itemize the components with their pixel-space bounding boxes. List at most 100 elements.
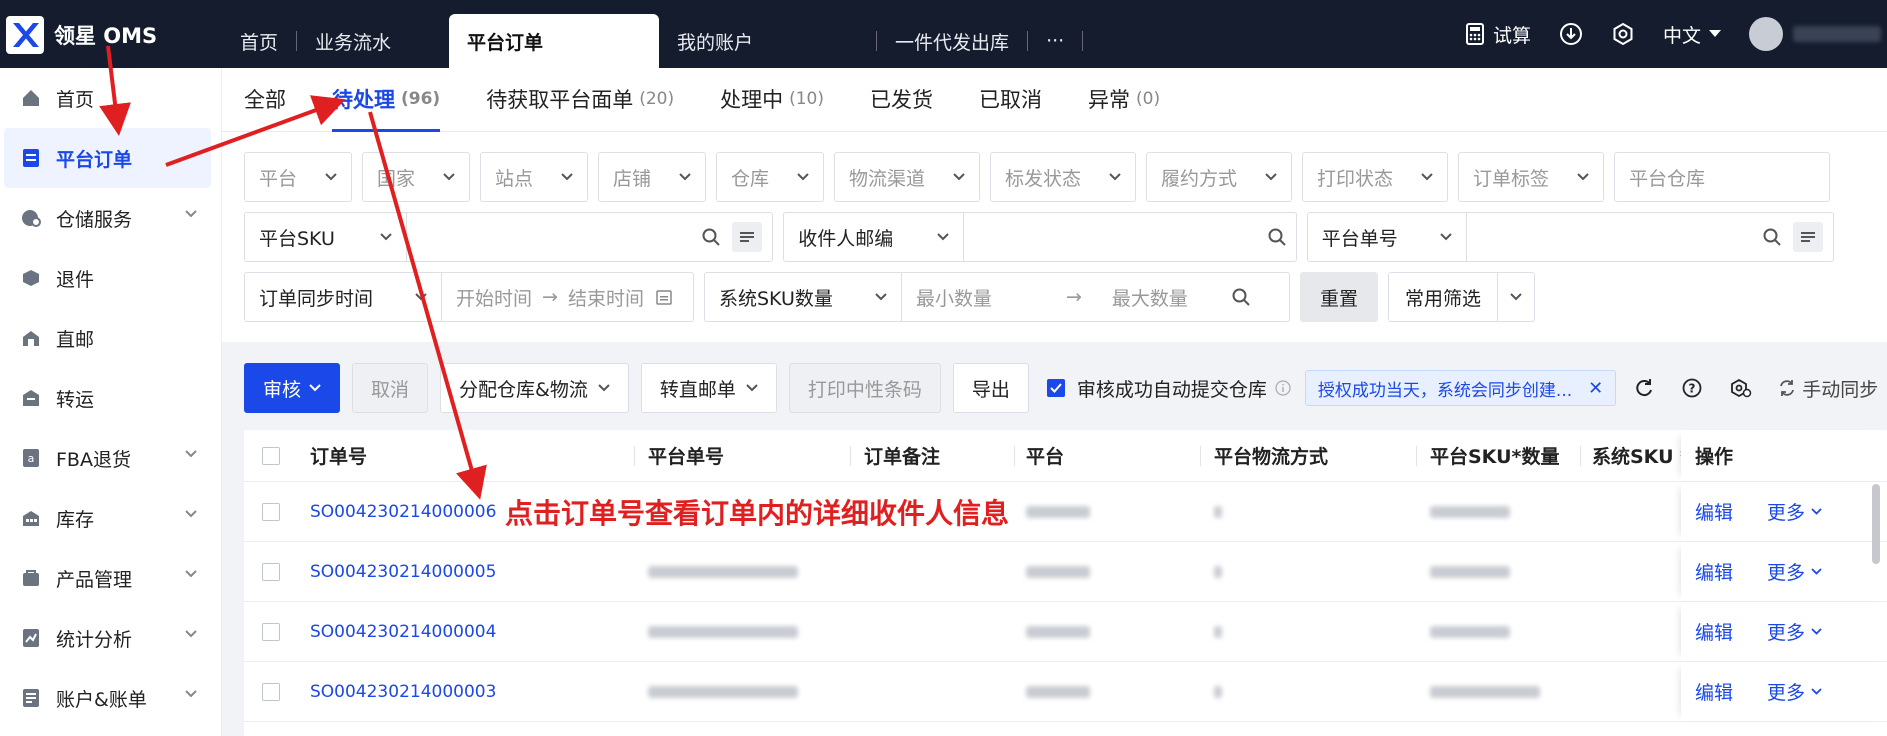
review-button[interactable]: 审核 bbox=[244, 363, 341, 413]
header-platform-sku-qty[interactable]: 平台SKU*数量 bbox=[1430, 430, 1559, 481]
cancel-button[interactable]: 取消 bbox=[352, 363, 429, 413]
app-logo[interactable]: 领星 OMS bbox=[6, 16, 157, 54]
table-row[interactable]: SO004230214000003 编辑 更多 bbox=[244, 662, 1887, 722]
header-platform-logistics[interactable]: 平台物流方式 bbox=[1214, 430, 1328, 481]
order-no-link[interactable]: SO004230214000006 bbox=[310, 502, 496, 522]
subtab-all[interactable]: 全部 bbox=[244, 67, 286, 131]
tab-platform-orders[interactable]: 平台订单 bbox=[449, 14, 660, 68]
sidebar-item-products[interactable]: 产品管理 bbox=[0, 548, 221, 608]
order-no-link[interactable]: SO004230214000003 bbox=[310, 682, 496, 702]
platform-no-type-select[interactable]: 平台单号 bbox=[1306, 212, 1468, 262]
filter-country[interactable]: 国家 bbox=[362, 152, 470, 202]
row-checkbox[interactable] bbox=[262, 682, 280, 701]
tab-dropship-outbound[interactable]: 一件代发出库 bbox=[877, 14, 1027, 68]
sidebar-item-statistics[interactable]: 统计分析 bbox=[0, 608, 221, 668]
sidebar-item-account-billing[interactable]: 账户&账单 bbox=[0, 668, 221, 728]
more-dropdown[interactable]: 更多 bbox=[1767, 618, 1822, 645]
zip-type-select[interactable]: 收件人邮编 bbox=[783, 212, 964, 262]
settings-button[interactable] bbox=[1611, 22, 1635, 46]
column-divider[interactable] bbox=[1580, 446, 1581, 466]
more-dropdown[interactable]: 更多 bbox=[1767, 558, 1822, 585]
table-scrollbar[interactable] bbox=[1872, 484, 1880, 564]
subtab-cancelled[interactable]: 已取消 bbox=[979, 67, 1042, 131]
column-settings-icon[interactable] bbox=[1730, 378, 1752, 398]
date-range-picker[interactable]: 开始时间 → 结束时间 bbox=[442, 272, 694, 322]
edit-link[interactable]: 编辑 bbox=[1695, 498, 1733, 525]
column-divider[interactable] bbox=[850, 446, 851, 466]
tab-more[interactable]: ··· bbox=[1028, 14, 1082, 68]
platform-no-search-input[interactable] bbox=[1467, 212, 1834, 262]
close-icon[interactable]: ✕ bbox=[1588, 378, 1603, 399]
header-order-remark[interactable]: 订单备注 bbox=[864, 430, 940, 481]
filter-platform-warehouse-input[interactable]: 平台仓库 bbox=[1614, 152, 1830, 202]
common-filter-button[interactable]: 常用筛选 bbox=[1388, 272, 1499, 322]
tab-my-account[interactable]: 我的账户 bbox=[659, 14, 771, 68]
filter-logistics-channel[interactable]: 物流渠道 bbox=[834, 152, 980, 202]
print-neutral-barcode-button[interactable]: 打印中性条码 bbox=[788, 363, 941, 413]
manual-sync-button[interactable]: 手动同步 bbox=[1778, 375, 1878, 402]
more-dropdown[interactable]: 更多 bbox=[1767, 498, 1822, 525]
calc-button[interactable]: 试算 bbox=[1465, 21, 1531, 48]
edit-link[interactable]: 编辑 bbox=[1695, 558, 1733, 585]
column-divider[interactable] bbox=[1416, 446, 1417, 466]
info-icon[interactable] bbox=[1275, 380, 1291, 396]
subtab-awaiting-label[interactable]: 待获取平台面单 (20) bbox=[486, 67, 674, 131]
subtab-processing[interactable]: 处理中 (10) bbox=[720, 67, 824, 131]
row-checkbox[interactable] bbox=[262, 622, 280, 641]
filter-fulfillment-method[interactable]: 履约方式 bbox=[1146, 152, 1292, 202]
reset-button[interactable]: 重置 bbox=[1300, 272, 1379, 322]
export-button[interactable]: 导出 bbox=[952, 363, 1029, 413]
help-icon[interactable]: ? bbox=[1682, 378, 1702, 398]
assign-warehouse-button[interactable]: 分配仓库&物流 bbox=[440, 363, 629, 413]
common-filter-dropdown[interactable] bbox=[1498, 272, 1536, 322]
column-divider[interactable] bbox=[1200, 446, 1201, 466]
tab-business-flow[interactable]: 业务流水 bbox=[297, 14, 409, 68]
sidebar-item-inventory[interactable]: 库存 bbox=[0, 488, 221, 548]
sku-qty-type-select[interactable]: 系统SKU数量 bbox=[704, 272, 902, 322]
to-direct-mail-button[interactable]: 转直邮单 bbox=[640, 363, 777, 413]
refresh-icon[interactable] bbox=[1634, 378, 1654, 398]
avatar[interactable] bbox=[1749, 17, 1783, 51]
header-order-no[interactable]: 订单号 bbox=[310, 430, 367, 481]
edit-link[interactable]: 编辑 bbox=[1695, 678, 1733, 705]
filter-site[interactable]: 站点 bbox=[480, 152, 588, 202]
sidebar-item-warehouse[interactable]: 仓储服务 bbox=[0, 188, 221, 248]
user-name-blurred[interactable] bbox=[1793, 26, 1881, 42]
sidebar-item-direct-mail[interactable]: 直邮 bbox=[0, 308, 221, 368]
table-row[interactable]: SO004230214000006 编辑 更多 bbox=[244, 482, 1887, 542]
sidebar-item-platform-orders[interactable]: 平台订单 bbox=[4, 128, 211, 188]
more-dropdown[interactable]: 更多 bbox=[1767, 678, 1822, 705]
select-all-checkbox[interactable] bbox=[262, 446, 280, 465]
sidebar-item-fba-returns[interactable]: a FBA退货 bbox=[0, 428, 221, 488]
filter-order-tag[interactable]: 订单标签 bbox=[1458, 152, 1604, 202]
edit-link[interactable]: 编辑 bbox=[1695, 618, 1733, 645]
column-divider[interactable] bbox=[634, 446, 635, 466]
subtab-shipped[interactable]: 已发货 bbox=[870, 67, 933, 131]
order-no-link[interactable]: SO004230214000005 bbox=[310, 562, 496, 582]
tab-home[interactable]: 首页 bbox=[222, 14, 296, 68]
filter-platform[interactable]: 平台 bbox=[244, 152, 352, 202]
filter-mark-ship-status[interactable]: 标发状态 bbox=[990, 152, 1136, 202]
download-button[interactable] bbox=[1559, 22, 1583, 46]
zip-search-input[interactable] bbox=[963, 212, 1297, 262]
batch-input-button[interactable] bbox=[732, 222, 763, 252]
sku-search-input[interactable] bbox=[406, 212, 774, 262]
filter-print-status[interactable]: 打印状态 bbox=[1302, 152, 1448, 202]
subtab-exception[interactable]: 异常 (0) bbox=[1088, 67, 1160, 131]
header-platform-no[interactable]: 平台单号 bbox=[648, 430, 724, 481]
auto-submit-checkbox[interactable] bbox=[1046, 379, 1065, 397]
language-select[interactable]: 中文 bbox=[1663, 21, 1721, 48]
filter-warehouse[interactable]: 仓库 bbox=[716, 152, 824, 202]
order-no-link[interactable]: SO004230214000004 bbox=[310, 622, 496, 642]
row-checkbox[interactable] bbox=[262, 502, 280, 521]
sidebar-item-transfer[interactable]: 转运 bbox=[0, 368, 221, 428]
time-type-select[interactable]: 订单同步时间 bbox=[244, 272, 442, 322]
header-system-sku[interactable]: 系统SKU * bbox=[1592, 430, 1690, 481]
sku-type-select[interactable]: 平台SKU bbox=[244, 212, 407, 262]
qty-range-input[interactable]: 最小数量 → 最大数量 bbox=[902, 272, 1290, 322]
column-divider[interactable] bbox=[1014, 446, 1015, 466]
table-row[interactable]: SO004230214000004 编辑 更多 bbox=[244, 602, 1887, 662]
header-platform[interactable]: 平台 bbox=[1026, 430, 1064, 481]
subtab-pending[interactable]: 待处理 (96) bbox=[332, 67, 441, 132]
batch-input-button[interactable] bbox=[1792, 222, 1823, 252]
